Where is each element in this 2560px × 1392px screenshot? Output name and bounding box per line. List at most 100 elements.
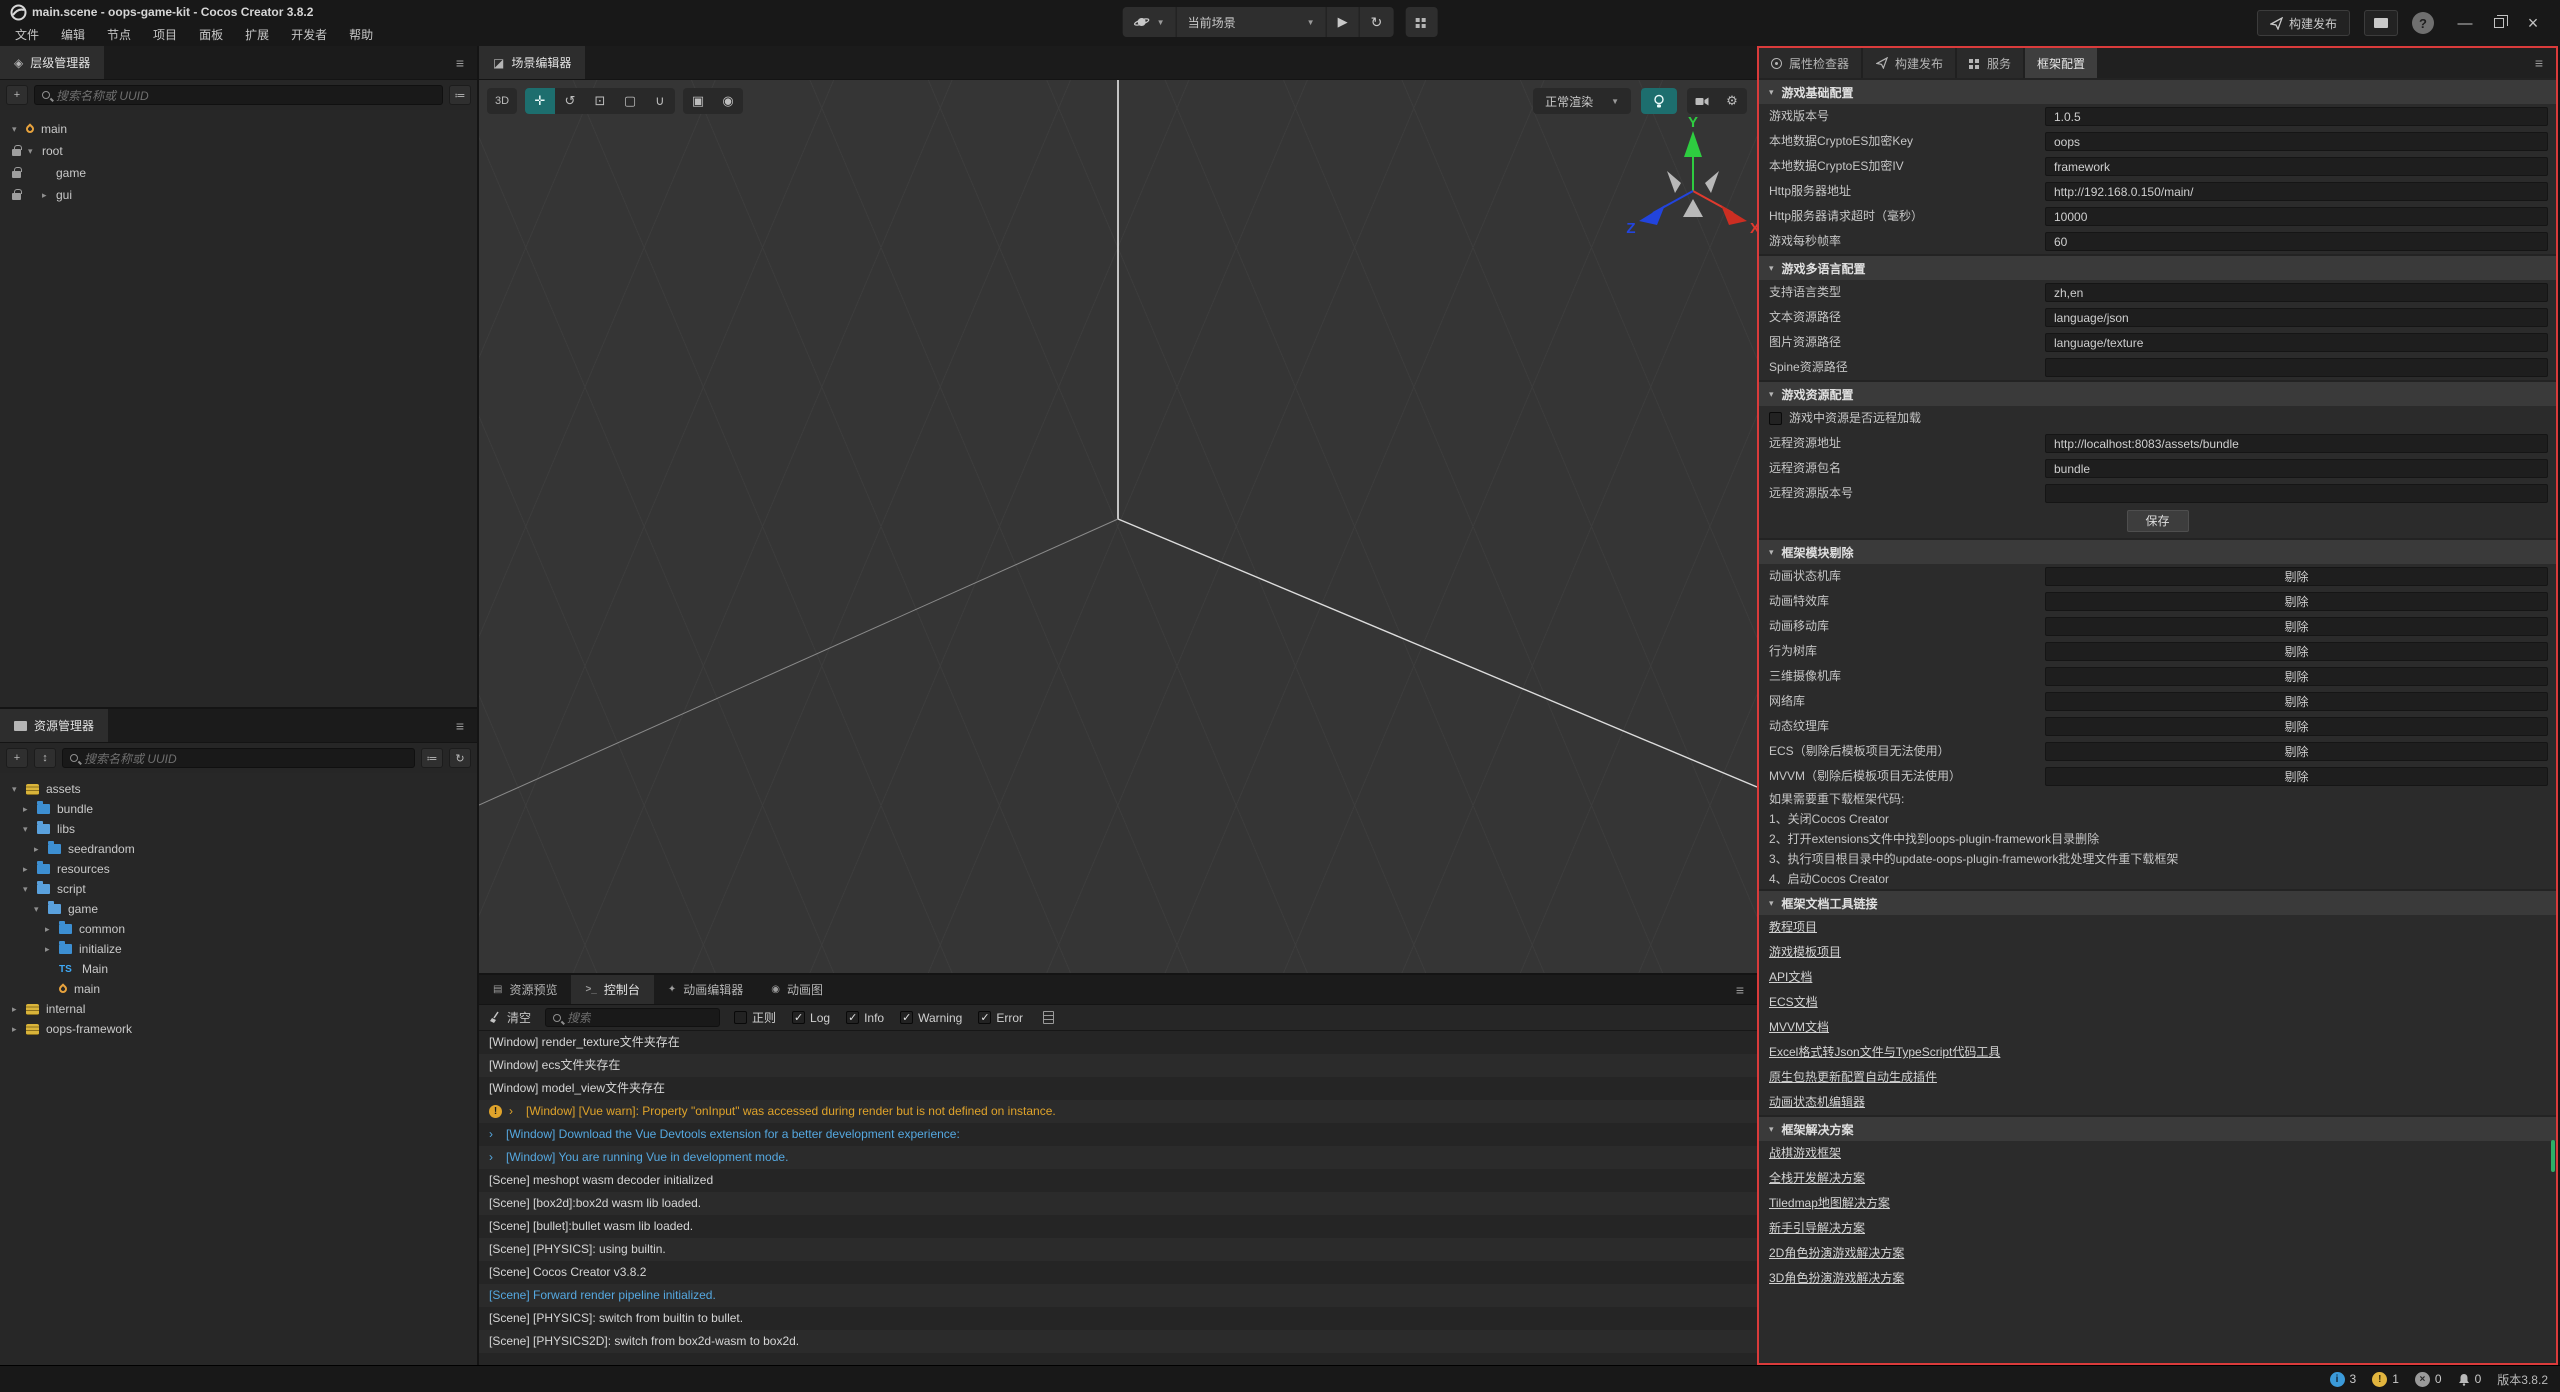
link-API文档[interactable]: API文档 xyxy=(1759,965,2556,990)
restart-button[interactable]: ↻ xyxy=(1360,7,1394,37)
link-Tiledmap地图解决方案[interactable]: Tiledmap地图解决方案 xyxy=(1759,1191,2556,1216)
field-input[interactable]: bundle xyxy=(2045,459,2548,478)
expand-icon[interactable]: ▸ xyxy=(12,1024,26,1035)
tab-资源预览[interactable]: ▤资源预览 xyxy=(479,975,571,1004)
tree-node-main[interactable]: ▾main xyxy=(0,118,477,140)
minimize-button[interactable]: — xyxy=(2448,0,2482,46)
status-notifications[interactable]: 0 xyxy=(2458,1372,2482,1386)
remove-button[interactable]: 剔除 xyxy=(2045,692,2548,711)
tree-node-initialize[interactable]: ▸initialize xyxy=(0,939,477,959)
link-战棋游戏框架[interactable]: 战棋游戏框架 xyxy=(1759,1141,2556,1166)
tab-scene-editor[interactable]: ◪ 场景编辑器 xyxy=(479,46,585,79)
tree-node-main[interactable]: main xyxy=(0,979,477,999)
remove-button[interactable]: 剔除 xyxy=(2045,592,2548,611)
menu-item-文件[interactable]: 文件 xyxy=(4,26,50,43)
expand-icon[interactable]: ▸ xyxy=(34,844,48,855)
add-asset-button[interactable]: + xyxy=(6,748,28,768)
tree-node-seedrandom[interactable]: ▸seedrandom xyxy=(0,839,477,859)
expand-icon[interactable]: ▸ xyxy=(45,944,59,955)
rect-tool[interactable]: ▢ xyxy=(615,88,645,114)
expand-icon[interactable]: › xyxy=(489,1146,499,1169)
link-新手引导解决方案[interactable]: 新手引导解决方案 xyxy=(1759,1216,2556,1241)
section-header-框架模块剔除[interactable]: ▾框架模块剔除 xyxy=(1759,538,2556,564)
field-input[interactable] xyxy=(2045,358,2548,377)
checkbox-Log[interactable] xyxy=(792,1011,805,1024)
checkbox-Error[interactable] xyxy=(978,1011,991,1024)
remove-button[interactable]: 剔除 xyxy=(2045,642,2548,661)
assets-menu-button[interactable]: ≡ xyxy=(443,709,477,742)
log-file-icon[interactable] xyxy=(1043,1011,1054,1024)
tab-hierarchy[interactable]: ◈ 层级管理器 xyxy=(0,46,104,79)
section-header-游戏多语言配置[interactable]: ▾游戏多语言配置 xyxy=(1759,254,2556,280)
field-input[interactable] xyxy=(2045,484,2548,503)
scene-viewport[interactable]: 3D ✛↺⊡▢∪ ▣◉ 正常渲染 ▼ ⚙ Y xyxy=(479,80,1757,973)
scene-select-dropdown[interactable]: 当前场景 ▼ xyxy=(1177,7,1327,37)
filter-Error[interactable]: Error xyxy=(978,1011,1023,1025)
help-button[interactable]: ? xyxy=(2412,12,2434,34)
expand-icon[interactable]: ▾ xyxy=(23,824,37,835)
field-input[interactable]: http://localhost:8083/assets/bundle xyxy=(2045,434,2548,453)
tab-动画图[interactable]: ◉动画图 xyxy=(757,975,837,1004)
status-info-counter[interactable]: i 3 xyxy=(2330,1372,2357,1387)
expand-icon[interactable]: ▾ xyxy=(12,124,26,135)
tree-node-resources[interactable]: ▸resources xyxy=(0,859,477,879)
field-input[interactable]: language/texture xyxy=(2045,333,2548,352)
field-input[interactable]: zh,en xyxy=(2045,283,2548,302)
link-动画状态机编辑器[interactable]: 动画状态机编辑器 xyxy=(1759,1090,2556,1115)
filter-Log[interactable]: Log xyxy=(792,1011,830,1025)
expand-icon[interactable]: ▸ xyxy=(45,924,59,935)
scale-tool[interactable]: ⊡ xyxy=(585,88,615,114)
tree-node-script[interactable]: ▾script xyxy=(0,879,477,899)
remove-button[interactable]: 剔除 xyxy=(2045,667,2548,686)
log-row[interactable]: ›[Window] Download the Vue Devtools exte… xyxy=(479,1123,1757,1146)
tree-node-game[interactable]: game xyxy=(0,162,477,184)
move-tool[interactable]: ✛ xyxy=(525,88,555,114)
section-header-框架解决方案[interactable]: ▾框架解决方案 xyxy=(1759,1115,2556,1141)
field-input[interactable]: oops xyxy=(2045,132,2548,151)
tree-node-root[interactable]: ▾root xyxy=(0,140,477,162)
expand-icon[interactable]: ▾ xyxy=(34,904,48,915)
tab-框架配置[interactable]: 框架配置 xyxy=(2025,48,2097,78)
camera-settings-button[interactable] xyxy=(1687,88,1717,114)
checkbox-正则[interactable] xyxy=(734,1011,747,1024)
console-menu-button[interactable]: ≡ xyxy=(1723,975,1757,1004)
link-2D角色扮演游戏解决方案[interactable]: 2D角色扮演游戏解决方案 xyxy=(1759,1241,2556,1266)
tree-node-Main[interactable]: TSMain xyxy=(0,959,477,979)
menu-item-编辑[interactable]: 编辑 xyxy=(50,26,96,43)
play-button[interactable]: ▶ xyxy=(1327,7,1360,37)
checkbox-Warning[interactable] xyxy=(900,1011,913,1024)
hierarchy-search-input[interactable]: 搜索名称或 UUID xyxy=(34,85,443,105)
assets-search-input[interactable]: 搜索名称或 UUID xyxy=(62,748,415,768)
tree-node-oops-framework[interactable]: ▸oops-framework xyxy=(0,1019,477,1039)
menu-item-开发者[interactable]: 开发者 xyxy=(280,26,338,43)
link-游戏模板项目[interactable]: 游戏模板项目 xyxy=(1759,940,2556,965)
remote-load-checkbox[interactable] xyxy=(1769,412,1782,425)
section-header-框架文档工具链接[interactable]: ▾框架文档工具链接 xyxy=(1759,889,2556,915)
remove-button[interactable]: 剔除 xyxy=(2045,717,2548,736)
expand-icon[interactable]: ▸ xyxy=(42,190,56,201)
tree-node-bundle[interactable]: ▸bundle xyxy=(0,799,477,819)
field-input[interactable]: 60 xyxy=(2045,232,2548,251)
lighting-toggle-button[interactable] xyxy=(1641,88,1677,114)
render-mode-dropdown[interactable]: 正常渲染 ▼ xyxy=(1533,88,1631,114)
pivot-tool[interactable]: ▣ xyxy=(683,88,713,114)
expand-icon[interactable]: › xyxy=(489,1123,499,1146)
menu-item-扩展[interactable]: 扩展 xyxy=(234,26,280,43)
link-MVVM文档[interactable]: MVVM文档 xyxy=(1759,1015,2556,1040)
section-header-游戏资源配置[interactable]: ▾游戏资源配置 xyxy=(1759,380,2556,406)
preview-qr-button[interactable] xyxy=(1405,7,1437,37)
field-input[interactable]: 10000 xyxy=(2045,207,2548,226)
link-Excel格式转Json文件与TypeScript代码工具[interactable]: Excel格式转Json文件与TypeScript代码工具 xyxy=(1759,1040,2556,1065)
close-button[interactable]: × xyxy=(2516,0,2550,46)
log-row[interactable]: ›[Window] You are running Vue in develop… xyxy=(479,1146,1757,1169)
tab-动画编辑器[interactable]: ✦动画编辑器 xyxy=(654,975,757,1004)
mode-3d-button[interactable]: 3D xyxy=(487,88,517,114)
link-3D角色扮演游戏解决方案[interactable]: 3D角色扮演游戏解决方案 xyxy=(1759,1266,2556,1291)
status-warning-counter[interactable]: ! 1 xyxy=(2372,1372,2399,1387)
expand-icon[interactable]: ▾ xyxy=(23,884,37,895)
rotate-tool[interactable]: ↺ xyxy=(555,88,585,114)
field-input[interactable]: framework xyxy=(2045,157,2548,176)
filter-正则[interactable]: 正则 xyxy=(734,1009,776,1026)
filter-Info[interactable]: Info xyxy=(846,1011,884,1025)
assets-filter-button[interactable]: ≔ xyxy=(421,748,443,768)
